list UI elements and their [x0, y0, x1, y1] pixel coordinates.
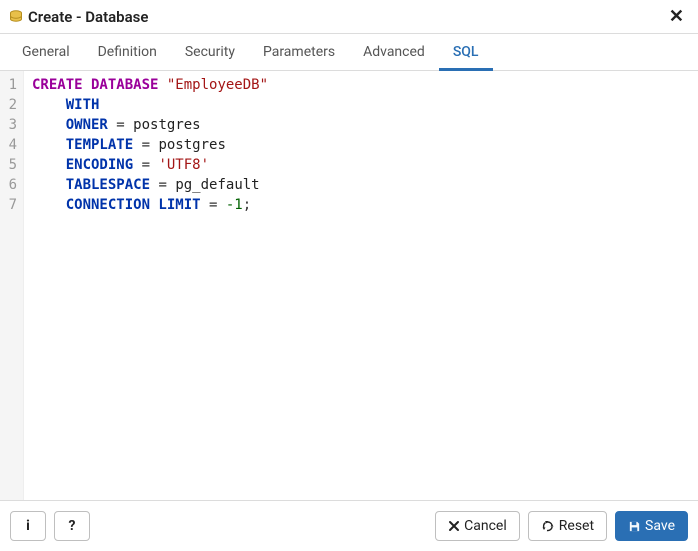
token-punct: [32, 177, 66, 193]
tab-general[interactable]: General: [8, 34, 84, 71]
close-button[interactable]: ✕: [665, 6, 688, 27]
token-punct: =: [133, 137, 158, 153]
token-punct: [32, 97, 66, 113]
token-punct: =: [150, 177, 175, 193]
token-kw2: TABLESPACE: [66, 177, 150, 193]
tab-security[interactable]: Security: [171, 34, 249, 71]
dialog-header: Create - Database ✕: [0, 0, 698, 34]
token-punct: [32, 157, 66, 173]
token-punct: [158, 77, 166, 93]
tab-advanced[interactable]: Advanced: [349, 34, 439, 71]
save-label: Save: [645, 518, 675, 534]
token-ident: postgres: [133, 117, 200, 133]
token-str: "EmployeeDB": [167, 77, 268, 93]
close-icon: [448, 520, 460, 532]
save-icon: [628, 520, 641, 533]
code-line: CREATE DATABASE "EmployeeDB": [32, 75, 268, 95]
recycle-icon: [541, 519, 555, 533]
footer-left: i ?: [10, 511, 90, 541]
code-line: CONNECTION LIMIT = -1;: [32, 195, 268, 215]
line-number: 3: [4, 115, 17, 135]
line-number: 2: [4, 95, 17, 115]
line-number: 5: [4, 155, 17, 175]
token-ident: postgres: [158, 137, 225, 153]
help-button[interactable]: ?: [54, 511, 90, 541]
token-kw2: CONNECTION LIMIT: [66, 197, 201, 213]
code-area[interactable]: CREATE DATABASE "EmployeeDB" WITH OWNER …: [24, 71, 276, 500]
token-punct: [32, 197, 66, 213]
token-kw2: TEMPLATE: [66, 137, 133, 153]
tab-parameters[interactable]: Parameters: [249, 34, 349, 71]
help-icon: ?: [69, 518, 76, 534]
cancel-button[interactable]: Cancel: [435, 511, 520, 541]
code-line: TABLESPACE = pg_default: [32, 175, 268, 195]
line-gutter: 1234567: [0, 71, 24, 500]
reset-label: Reset: [559, 518, 594, 534]
info-button[interactable]: i: [10, 511, 46, 541]
token-punct: =: [201, 197, 226, 213]
header-left: Create - Database: [8, 8, 148, 26]
token-punct: =: [133, 157, 158, 173]
code-line: WITH: [32, 95, 268, 115]
token-ident: pg_default: [175, 177, 259, 193]
info-icon: i: [26, 518, 30, 534]
code-line: OWNER = postgres: [32, 115, 268, 135]
code-line: TEMPLATE = postgres: [32, 135, 268, 155]
line-number: 7: [4, 195, 17, 215]
cancel-label: Cancel: [464, 518, 507, 534]
token-kw2: WITH: [66, 97, 100, 113]
save-button[interactable]: Save: [615, 511, 688, 541]
tab-definition[interactable]: Definition: [84, 34, 171, 71]
token-str: 'UTF8': [158, 157, 209, 173]
token-num: -1: [226, 197, 243, 213]
code-line: ENCODING = 'UTF8': [32, 155, 268, 175]
close-icon: ✕: [669, 6, 684, 26]
token-kw2: OWNER: [66, 117, 108, 133]
token-punct: [32, 137, 66, 153]
tab-bar: GeneralDefinitionSecurityParametersAdvan…: [0, 34, 698, 71]
sql-editor[interactable]: 1234567 CREATE DATABASE "EmployeeDB" WIT…: [0, 71, 698, 500]
token-punct: =: [108, 117, 133, 133]
reset-button[interactable]: Reset: [528, 511, 607, 541]
line-number: 1: [4, 75, 17, 95]
database-icon: [8, 9, 24, 25]
token-kw2: ENCODING: [66, 157, 133, 173]
footer-right: Cancel Reset: [435, 511, 688, 541]
line-number: 4: [4, 135, 17, 155]
token-punct: ;: [243, 197, 251, 213]
dialog-footer: i ? Cancel Reset: [0, 500, 698, 551]
tab-sql[interactable]: SQL: [439, 34, 493, 71]
token-kw: CREATE DATABASE: [32, 77, 158, 93]
dialog-title: Create - Database: [28, 8, 148, 26]
line-number: 6: [4, 175, 17, 195]
token-punct: [32, 117, 66, 133]
